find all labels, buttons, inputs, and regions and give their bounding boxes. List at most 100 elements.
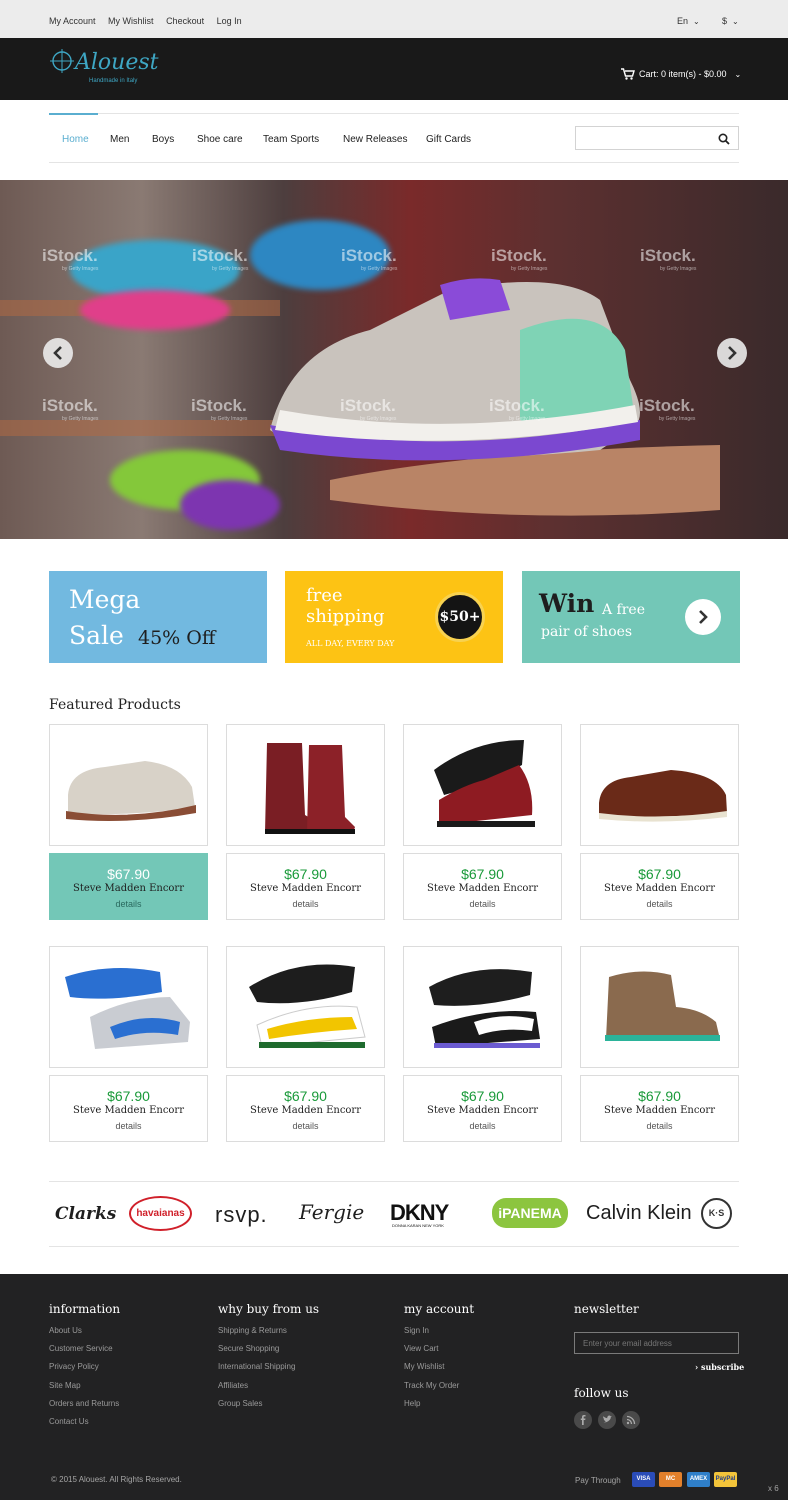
footer-link[interactable]: About Us (49, 1326, 120, 1344)
facebook-button[interactable] (574, 1411, 592, 1429)
details-link[interactable]: details (581, 899, 738, 909)
active-tab-indicator (49, 113, 98, 115)
footer-link[interactable]: My Wishlist (404, 1362, 474, 1380)
brand-rsvp[interactable]: rsvp. (215, 1202, 268, 1228)
footer-link[interactable]: Orders and Returns (49, 1399, 120, 1417)
details-link[interactable]: details (227, 899, 384, 909)
details-link[interactable]: details (581, 1121, 738, 1131)
product-image[interactable] (49, 946, 208, 1068)
details-link[interactable]: details (404, 1121, 561, 1131)
details-link[interactable]: details (227, 1121, 384, 1131)
win-banner[interactable]: Win A free pair of shoes (522, 571, 740, 663)
currency-select[interactable]: $ ⌄ (722, 16, 739, 26)
black-purple-sneaker-image (429, 969, 540, 1048)
product-image[interactable] (403, 724, 562, 846)
twitter-icon (603, 1415, 612, 1423)
my-account-link[interactable]: My Account (49, 16, 96, 26)
footer-heading: why buy from us (218, 1302, 320, 1316)
product-price: $67.90 (638, 866, 681, 882)
watermark: iStock. by Getty Images (491, 246, 548, 272)
hero-slider[interactable]: iStock. by Getty Images iStock. by Getty I… (0, 180, 788, 539)
red-boot-image (265, 743, 355, 834)
footer-link[interactable]: Help (404, 1399, 474, 1417)
product-card[interactable]: $67.90 Steve Madden Encorr details (226, 1075, 385, 1142)
cart-button[interactable]: Cart: 0 item(s) - $0.00 ⌄ (621, 68, 741, 80)
details-link[interactable]: details (50, 1121, 207, 1131)
footer-link[interactable]: Site Map (49, 1381, 120, 1399)
suede-chukka-image (605, 971, 720, 1041)
pay-through-label: Pay Through (575, 1476, 621, 1485)
chevron-left-icon (53, 346, 62, 360)
footer-link[interactable]: Shipping & Returns (218, 1326, 319, 1344)
site-header: Alouest Handmade in Italy Cart: 0 item(s… (0, 38, 788, 100)
product-image[interactable] (580, 724, 739, 846)
footer-heading: newsletter (574, 1302, 639, 1316)
slider-prev-button[interactable] (43, 338, 73, 368)
product-card[interactable]: $67.90 Steve Madden Encorr details (49, 853, 208, 920)
nav-new-releases[interactable]: New Releases (343, 134, 407, 145)
search-input[interactable] (580, 130, 710, 146)
footer-link[interactable]: Sign In (404, 1326, 474, 1344)
brand-clarks[interactable]: Clarks (55, 1204, 116, 1224)
currency-value: $ (722, 16, 728, 26)
footer-link[interactable]: Privacy Policy (49, 1362, 120, 1380)
nav-team-sports[interactable]: Team Sports (263, 134, 319, 145)
facebook-icon (580, 1415, 586, 1425)
product-image[interactable] (226, 724, 385, 846)
footer-link[interactable]: Customer Service (49, 1344, 120, 1362)
details-link[interactable]: details (50, 899, 207, 909)
brand-ipanema[interactable]: iPANEMA (492, 1198, 568, 1228)
product-image[interactable] (403, 946, 562, 1068)
footer-link[interactable]: Group Sales (218, 1399, 319, 1417)
footer-link[interactable]: Track My Order (404, 1381, 474, 1399)
product-card[interactable]: $67.90 Steve Madden Encorr details (49, 1075, 208, 1142)
product-price: $67.90 (284, 866, 327, 882)
brand-calvin-klein[interactable]: Calvin Klein (586, 1202, 692, 1225)
product-card[interactable]: $67.90 Steve Madden Encorr details (403, 1075, 562, 1142)
product-name: Steve Madden Encorr (604, 1105, 715, 1116)
sale-text: Sale (69, 621, 124, 650)
product-card[interactable]: $67.90 Steve Madden Encorr details (580, 1075, 739, 1142)
product-card[interactable]: $67.90 Steve Madden Encorr details (403, 853, 562, 920)
featured-products-title: Featured Products (49, 697, 181, 713)
product-price: $67.90 (107, 1088, 150, 1104)
nav-men[interactable]: Men (110, 134, 129, 145)
brand-havaianas[interactable]: havaianas (129, 1196, 192, 1231)
newsletter-email-input[interactable] (574, 1332, 739, 1354)
brand-seal[interactable]: K·S (701, 1198, 732, 1229)
twitter-button[interactable] (598, 1411, 616, 1429)
brand-fergie[interactable]: Fergie (299, 1200, 364, 1224)
logo[interactable]: Alouest Handmade in Italy (49, 46, 179, 90)
win-next-button[interactable] (685, 599, 721, 635)
language-select[interactable]: En ⌄ (677, 16, 700, 26)
free-shipping-banner[interactable]: free shipping ALL DAY, EVERY DAY $50+ (285, 571, 503, 663)
product-image[interactable] (49, 724, 208, 846)
footer-heading: my account (404, 1302, 475, 1316)
logo-name: Alouest (75, 50, 159, 75)
top-utility-bar: My Account My Wishlist Checkout Log In E… (0, 0, 788, 38)
footer-link[interactable]: Affiliates (218, 1381, 319, 1399)
nav-home[interactable]: Home (62, 134, 89, 145)
login-link[interactable]: Log In (217, 16, 242, 26)
search-icon[interactable] (718, 132, 730, 150)
rss-button[interactable] (622, 1411, 640, 1429)
product-image[interactable] (226, 946, 385, 1068)
nav-boys[interactable]: Boys (152, 134, 174, 145)
slider-next-button[interactable] (717, 338, 747, 368)
nav-shoe-care[interactable]: Shoe care (197, 134, 243, 145)
my-wishlist-link[interactable]: My Wishlist (108, 16, 154, 26)
footer-link[interactable]: International Shipping (218, 1362, 319, 1380)
footer-link[interactable]: Contact Us (49, 1417, 120, 1435)
mega-sale-banner[interactable]: Mega Sale 45% Off (49, 571, 267, 663)
mastercard-icon: MC (659, 1472, 682, 1487)
product-card[interactable]: $67.90 Steve Madden Encorr details (226, 853, 385, 920)
details-link[interactable]: details (404, 899, 561, 909)
watermark: iStock. by Getty Images (191, 396, 248, 422)
checkout-link[interactable]: Checkout (166, 16, 204, 26)
subscribe-button[interactable]: › subscribe (695, 1362, 744, 1372)
footer-link[interactable]: View Cart (404, 1344, 474, 1362)
product-card[interactable]: $67.90 Steve Madden Encorr details (580, 853, 739, 920)
nav-gift-cards[interactable]: Gift Cards (426, 134, 471, 145)
product-image[interactable] (580, 946, 739, 1068)
footer-link[interactable]: Secure Shopping (218, 1344, 319, 1362)
